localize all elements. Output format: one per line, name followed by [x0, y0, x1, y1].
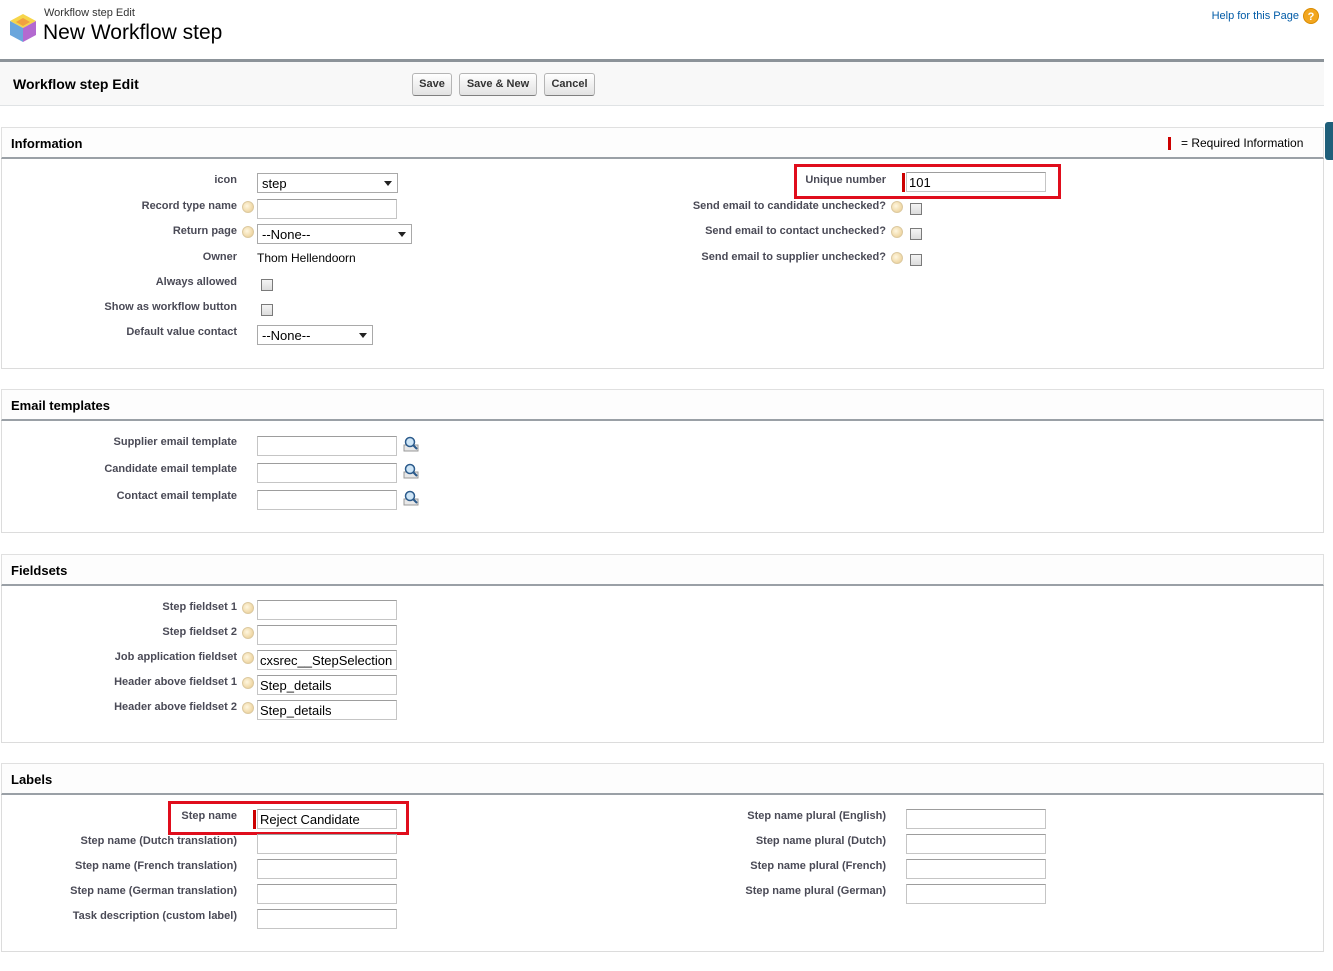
edit-toolbar [0, 59, 1324, 106]
owner-label: Owner [202, 251, 237, 263]
save-button[interactable]: Save [412, 73, 452, 96]
german-translation-input[interactable] [257, 884, 397, 904]
candidate-template-label: Candidate email template [104, 463, 237, 475]
help-link[interactable]: Help for this Page [1212, 10, 1299, 22]
contact-template-input[interactable] [257, 490, 397, 510]
info-icon[interactable] [891, 252, 903, 264]
send-candidate-checkbox[interactable] [910, 203, 922, 215]
header-fieldset-1-input[interactable]: Step_details [257, 675, 397, 695]
labels-title: Labels [11, 772, 53, 787]
info-icon[interactable] [242, 201, 254, 213]
step-fieldset-1-input[interactable] [257, 600, 397, 620]
plural-dutch-input[interactable] [906, 834, 1046, 854]
chevron-down-icon [359, 333, 367, 338]
required-indicator [1168, 137, 1171, 150]
info-icon[interactable] [891, 201, 903, 213]
info-icon[interactable] [242, 226, 254, 238]
plural-french-label: Step name plural (French) [750, 860, 886, 872]
required-indicator [253, 810, 256, 829]
plural-german-input[interactable] [906, 884, 1046, 904]
information-title: Information [11, 136, 83, 151]
unique-number-input[interactable]: 101 [906, 172, 1046, 192]
info-icon[interactable] [242, 677, 254, 689]
plural-english-input[interactable] [906, 809, 1046, 829]
lookup-icon[interactable] [403, 490, 419, 506]
send-contact-label: Send email to contact unchecked? [705, 225, 886, 237]
required-indicator [902, 173, 905, 192]
french-translation-input[interactable] [257, 859, 397, 879]
plural-dutch-label: Step name plural (Dutch) [755, 835, 886, 847]
record-type-input[interactable] [257, 199, 397, 219]
supplier-template-label: Supplier email template [113, 436, 237, 448]
step-name-input[interactable]: Reject Candidate [257, 809, 397, 829]
chevron-down-icon [398, 232, 406, 237]
step-fieldset-2-input[interactable] [257, 625, 397, 645]
send-supplier-label: Send email to supplier unchecked? [701, 251, 886, 263]
dutch-translation-label: Step name (Dutch translation) [80, 835, 237, 847]
plural-english-label: Step name plural (English) [747, 810, 886, 822]
step-fieldset-1-label: Step fieldset 1 [162, 601, 237, 613]
send-supplier-checkbox[interactable] [910, 254, 922, 266]
cancel-button[interactable]: Cancel [544, 73, 595, 96]
icon-label: icon [214, 174, 237, 186]
chevron-down-icon [384, 181, 392, 186]
lookup-icon[interactable] [403, 436, 419, 452]
return-page-value: --None-- [262, 227, 311, 242]
lookup-icon[interactable] [403, 463, 419, 479]
header-fieldset-2-label: Header above fieldset 2 [114, 701, 237, 713]
record-type-label: Record type name [141, 200, 237, 212]
icon-select[interactable]: step [257, 173, 398, 193]
info-icon[interactable] [242, 602, 254, 614]
app-cube-icon [8, 12, 38, 44]
header-fieldset-2-input[interactable]: Step_details [257, 700, 397, 720]
header-fieldset-1-label: Header above fieldset 1 [114, 676, 237, 688]
fieldsets-header [1, 554, 1324, 586]
candidate-template-input[interactable] [257, 463, 397, 483]
required-legend: = Required Information [1181, 136, 1304, 150]
show-button-checkbox[interactable] [261, 304, 273, 316]
german-translation-label: Step name (German translation) [70, 885, 237, 897]
owner-value: Thom Hellendoorn [257, 251, 356, 265]
dutch-translation-input[interactable] [257, 834, 397, 854]
supplier-template-input[interactable] [257, 436, 397, 456]
always-allowed-label: Always allowed [155, 276, 237, 288]
info-icon[interactable] [242, 627, 254, 639]
always-allowed-checkbox[interactable] [261, 279, 273, 291]
info-icon[interactable] [891, 226, 903, 238]
default-contact-value: --None-- [262, 328, 311, 343]
icon-select-value: step [262, 176, 287, 191]
contact-template-label: Contact email template [116, 490, 237, 502]
fieldsets-title: Fieldsets [11, 563, 68, 578]
job-app-fieldset-input[interactable]: cxsrec__StepSelection [257, 650, 397, 670]
step-name-label: Step name [181, 810, 237, 822]
plural-french-input[interactable] [906, 859, 1046, 879]
default-contact-label: Default value contact [126, 326, 237, 338]
save-new-button[interactable]: Save & New [459, 73, 537, 96]
email-templates-title: Email templates [11, 398, 110, 413]
unique-number-label: Unique number [805, 174, 886, 186]
info-icon[interactable] [242, 702, 254, 714]
default-contact-select[interactable]: --None-- [257, 325, 373, 345]
page-title: New Workflow step [43, 21, 223, 44]
help-icon[interactable]: ? [1303, 8, 1319, 24]
task-description-input[interactable] [257, 909, 397, 929]
french-translation-label: Step name (French translation) [75, 860, 237, 872]
send-contact-checkbox[interactable] [910, 228, 922, 240]
step-fieldset-2-label: Step fieldset 2 [162, 626, 237, 638]
labels-header [1, 763, 1324, 795]
email-templates-header [1, 389, 1324, 421]
toolbar-title: Workflow step Edit [13, 76, 139, 92]
info-icon[interactable] [242, 652, 254, 664]
send-candidate-label: Send email to candidate unchecked? [692, 200, 886, 212]
information-header [1, 127, 1324, 159]
job-app-fieldset-label: Job application fieldset [114, 651, 237, 663]
show-button-label: Show as workflow button [104, 301, 237, 313]
return-page-select[interactable]: --None-- [257, 224, 412, 244]
plural-german-label: Step name plural (German) [745, 885, 886, 897]
page-type: Workflow step Edit [44, 7, 135, 19]
return-page-label: Return page [172, 225, 237, 237]
task-description-label: Task description (custom label) [72, 910, 237, 922]
side-panel-tab[interactable] [1325, 122, 1333, 160]
